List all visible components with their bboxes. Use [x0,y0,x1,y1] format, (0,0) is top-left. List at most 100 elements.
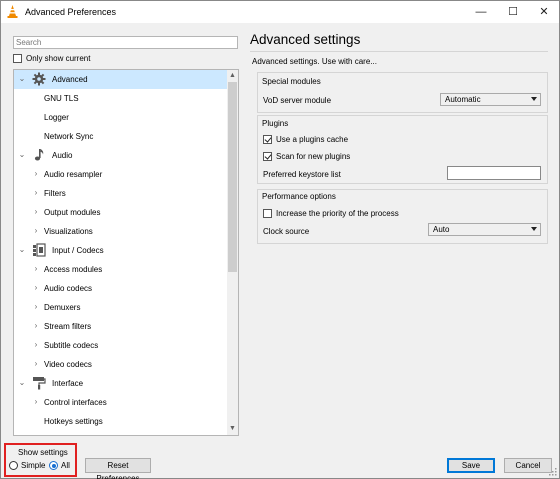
chevron-right-icon[interactable]: › [32,170,40,178]
resize-grip-icon[interactable] [549,468,557,476]
simple-radio-label: Simple [21,461,46,470]
chevron-right-icon[interactable]: › [32,189,40,197]
tree-item-network-sync[interactable]: Network Sync [14,127,228,146]
tree-scrollbar[interactable]: ▲ ▼ [227,70,238,435]
tree-item-label: Stream filters [44,322,92,331]
tree-item-logger[interactable]: Logger [14,108,228,127]
tree-item-interface[interactable]: ⌄ Interface [14,374,228,393]
special-modules-group: Special modules VoD server module Automa… [257,72,548,113]
increase-priority-label: Increase the priority of the process [276,209,399,218]
scroll-up-arrow-icon[interactable]: ▲ [227,71,238,81]
only-show-current-box[interactable] [13,54,22,63]
clock-source-label: Clock source [263,227,310,236]
tree-item-visualizations[interactable]: › Visualizations [14,222,228,241]
gear-icon [32,72,46,86]
category-tree[interactable]: ⌄ Advanced GNU TLS Logger Network Sync ⌄ [13,69,239,436]
tree-item-label: Hotkeys settings [44,417,103,426]
vlc-cone-icon [7,5,18,18]
chevron-down-icon[interactable]: ⌄ [18,151,26,159]
tree-item-label: Audio codecs [44,284,93,293]
save-button[interactable]: Save [447,458,495,473]
tree-item-audio-codecs[interactable]: › Audio codecs [14,279,228,298]
simple-radio-button[interactable] [9,461,18,470]
tree-item-output-modules[interactable]: › Output modules [14,203,228,222]
advanced-preferences-window: Advanced Preferences — ☐ ✕ Search Only s… [0,0,560,479]
chevron-down-icon[interactable]: ⌄ [18,246,26,254]
chevron-right-icon[interactable]: › [32,341,40,349]
scrollbar-thumb[interactable] [228,82,237,272]
reset-preferences-button[interactable]: Reset Preferences [85,458,151,479]
plugins-group: Plugins Use a plugins cache Scan for new… [257,115,548,184]
dropdown-caret-icon [531,227,537,231]
clock-source-select[interactable]: Auto [428,223,541,236]
tree-item-subtitle-codecs[interactable]: › Subtitle codecs [14,336,228,355]
tree-item-label: Output modules [44,208,101,217]
panel-title: Advanced settings [250,32,361,47]
codec-icon [33,243,46,257]
increase-priority-checkbox[interactable]: Increase the priority of the process [263,209,399,218]
preferred-keystore-input[interactable] [447,166,541,180]
tree-item-audio-resampler[interactable]: › Audio resampler [14,165,228,184]
minimize-button[interactable]: — [466,3,496,21]
all-radio[interactable]: All [49,461,70,470]
chevron-right-icon[interactable]: › [32,360,40,368]
scan-new-plugins-label: Scan for new plugins [276,152,351,161]
close-button[interactable]: ✕ [529,3,559,21]
tree-item-filters[interactable]: › Filters [14,184,228,203]
tree-item-stream-filters[interactable]: › Stream filters [14,317,228,336]
tree-item-input-codecs[interactable]: ⌄ Input / Codecs [14,241,228,260]
show-settings-label: Show settings [18,448,68,457]
chevron-right-icon[interactable]: › [32,303,40,311]
tree-item-gnu-tls[interactable]: GNU TLS [14,89,228,108]
tree-item-label: Input / Codecs [52,246,104,255]
tree-item-label: Network Sync [44,132,94,141]
use-plugins-cache-checkbox[interactable]: Use a plugins cache [263,135,348,144]
music-note-icon [34,149,44,161]
tree-item-label: Audio resampler [44,170,103,179]
tree-item-access-modules[interactable]: › Access modules [14,260,228,279]
scan-new-plugins-box[interactable] [263,152,272,161]
tree-item-control-interfaces[interactable]: › Control interfaces [14,393,228,412]
chevron-right-icon[interactable]: › [32,208,40,216]
simple-radio[interactable]: Simple [9,461,45,470]
dropdown-caret-icon [531,97,537,101]
scan-new-plugins-checkbox[interactable]: Scan for new plugins [263,152,350,161]
tree-item-label: Interface [52,379,84,388]
chevron-right-icon[interactable]: › [32,322,40,330]
tree-item-demuxers[interactable]: › Demuxers [14,298,228,317]
tree-item-label: Audio [52,151,73,160]
preferred-keystore-label: Preferred keystore list [263,170,341,179]
scroll-down-arrow-icon[interactable]: ▼ [227,424,238,434]
chevron-down-icon[interactable]: ⌄ [18,75,26,83]
increase-priority-box[interactable] [263,209,272,218]
panel-subtitle: Advanced settings. Use with care... [252,57,377,66]
use-plugins-cache-label: Use a plugins cache [276,135,349,144]
tree-item-label: Logger [44,113,69,122]
search-input[interactable]: Search [13,36,238,49]
only-show-current-checkbox[interactable]: Only show current [13,54,90,63]
window-title: Advanced Preferences [25,7,117,17]
performance-options-group: Performance options Increase the priorit… [257,189,548,244]
only-show-current-label: Only show current [26,54,91,63]
tree-item-label: Control interfaces [44,398,107,407]
tree-item-label: GNU TLS [44,94,79,103]
vod-server-module-value: Automatic [445,95,481,104]
tree-item-hotkeys-settings[interactable]: Hotkeys settings [14,412,228,431]
chevron-right-icon[interactable]: › [32,284,40,292]
chevron-right-icon[interactable]: › [32,227,40,235]
tree-item-video-codecs[interactable]: › Video codecs [14,355,228,374]
maximize-button[interactable]: ☐ [498,3,528,21]
tree-item-label: Subtitle codecs [44,341,99,350]
vod-server-module-select[interactable]: Automatic [440,93,541,106]
chevron-right-icon[interactable]: › [32,265,40,273]
tree-item-label: Access modules [44,265,103,274]
use-plugins-cache-box[interactable] [263,135,272,144]
all-radio-button[interactable] [49,461,58,470]
group-title: Special modules [262,77,321,86]
tree-item-audio[interactable]: ⌄ Audio [14,146,228,165]
chevron-down-icon[interactable]: ⌄ [18,379,26,387]
chevron-right-icon[interactable]: › [32,398,40,406]
cancel-button[interactable]: Cancel [504,458,552,473]
paint-roller-icon [33,377,46,390]
tree-item-advanced[interactable]: ⌄ Advanced [14,70,228,89]
